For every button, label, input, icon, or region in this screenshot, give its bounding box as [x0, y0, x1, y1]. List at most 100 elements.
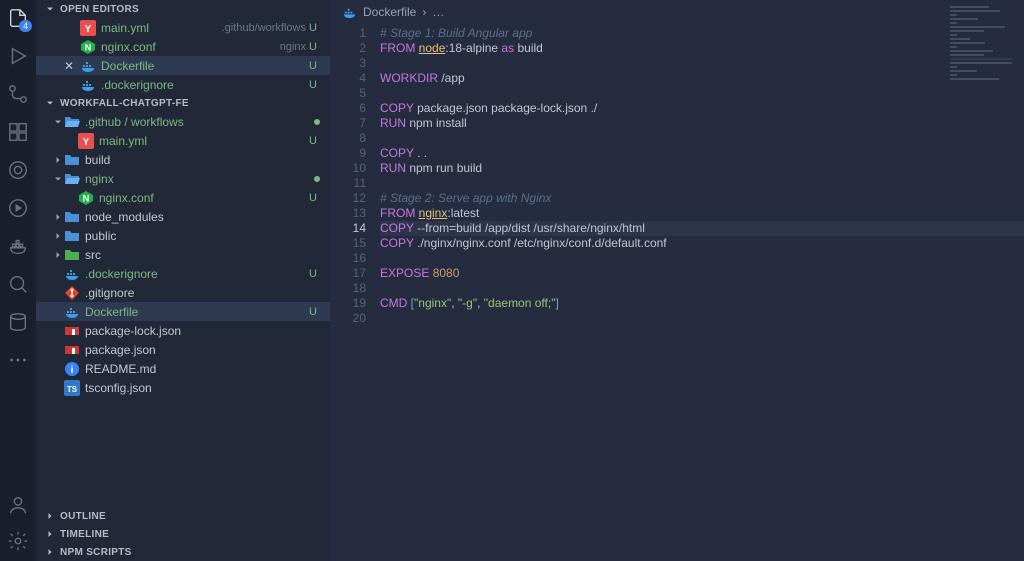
- file-label: src: [85, 248, 320, 262]
- file-label: .gitignore: [85, 286, 320, 300]
- git-status: U: [306, 268, 320, 280]
- file-icon: [80, 77, 96, 93]
- file-icon: [64, 304, 80, 320]
- sidebar: OPEN EDITORS Ymain.yml.github/workflowsU…: [36, 0, 330, 561]
- file-icon: [64, 152, 80, 168]
- tree-item[interactable]: node_modules: [36, 207, 330, 226]
- git-status: U: [306, 22, 320, 34]
- twisty-icon[interactable]: [52, 268, 64, 280]
- twisty-icon[interactable]: [52, 344, 64, 356]
- tree-item[interactable]: .github / workflows: [36, 112, 330, 131]
- open-editor-item[interactable]: Nnginx.confnginxU: [36, 37, 330, 56]
- tree-item[interactable]: nginx: [36, 169, 330, 188]
- tree-item[interactable]: .dockerignoreU: [36, 264, 330, 283]
- file-label: README.md: [85, 362, 320, 376]
- file-icon: N: [80, 39, 96, 55]
- file-icon: [64, 247, 80, 263]
- file-icon: Y: [78, 133, 94, 149]
- file-icon: [64, 285, 80, 301]
- tree-item[interactable]: i README.md: [36, 359, 330, 378]
- code-lines[interactable]: # Stage 1: Build Angular app FROM node:1…: [380, 26, 1024, 561]
- file-label: nginx.conf: [99, 191, 306, 205]
- editor: Dockerfile › … 1234567891011121314151617…: [330, 0, 1024, 561]
- settings-icon[interactable]: [6, 529, 30, 553]
- tree-item[interactable]: TStsconfig.json: [36, 378, 330, 397]
- twisty-icon[interactable]: [52, 287, 64, 299]
- code-area[interactable]: 1234567891011121314151617181920 # Stage …: [330, 24, 1024, 561]
- git-status: U: [306, 60, 320, 72]
- svg-text:i: i: [71, 365, 74, 376]
- account-icon[interactable]: [6, 493, 30, 517]
- docker-icon[interactable]: [6, 234, 30, 258]
- file-label: Dockerfile: [85, 305, 306, 319]
- open-editors-header[interactable]: OPEN EDITORS: [36, 0, 330, 18]
- tree-item[interactable]: build: [36, 150, 330, 169]
- file-icon: Y: [80, 20, 96, 36]
- debug-icon[interactable]: [6, 196, 30, 220]
- svg-text:Y: Y: [83, 137, 90, 148]
- tree-item[interactable]: DockerfileU: [36, 302, 330, 321]
- db-icon[interactable]: [6, 310, 30, 334]
- section-label: WORKFALL-CHATGPT-FE: [60, 98, 189, 109]
- svg-text:N: N: [85, 42, 92, 52]
- activity-bar: 4: [0, 0, 36, 561]
- tree-item[interactable]: src: [36, 245, 330, 264]
- tree-item[interactable]: .gitignore: [36, 283, 330, 302]
- file-tree: .github / workflows Ymain.ymlUbuildnginxN…: [36, 112, 330, 507]
- tree-item[interactable]: Nnginx.confU: [36, 188, 330, 207]
- close-icon[interactable]: ✕: [64, 59, 78, 73]
- file-label: .github / workflows: [85, 115, 314, 129]
- file-icon: [64, 114, 80, 130]
- twisty-icon[interactable]: [52, 363, 64, 375]
- project-header[interactable]: WORKFALL-CHATGPT-FE: [36, 94, 330, 112]
- git-status: U: [306, 306, 320, 318]
- timeline-header[interactable]: TIMELINE: [36, 525, 330, 543]
- git-status: U: [306, 41, 320, 53]
- twisty-icon[interactable]: [52, 325, 64, 337]
- breadcrumb-sep: ›: [422, 5, 426, 19]
- npm-header[interactable]: NPM SCRIPTS: [36, 543, 330, 561]
- file-label: public: [85, 229, 320, 243]
- search-icon[interactable]: [6, 272, 30, 296]
- twisty-icon[interactable]: [52, 154, 64, 166]
- open-editor-item[interactable]: Ymain.yml.github/workflowsU: [36, 18, 330, 37]
- tree-item[interactable]: package-lock.json: [36, 321, 330, 340]
- breadcrumb[interactable]: Dockerfile › …: [330, 0, 1024, 24]
- run-icon[interactable]: [6, 44, 30, 68]
- git-status: U: [306, 79, 320, 91]
- twisty-icon[interactable]: [66, 135, 78, 147]
- target-icon[interactable]: [6, 158, 30, 182]
- scm-icon[interactable]: [6, 82, 30, 106]
- file-label: main.yml: [101, 21, 217, 35]
- open-editor-item[interactable]: ✕DockerfileU: [36, 56, 330, 75]
- outline-header[interactable]: OUTLINE: [36, 507, 330, 525]
- section-label: NPM SCRIPTS: [60, 547, 132, 558]
- file-icon: [64, 209, 80, 225]
- file-icon: [64, 266, 80, 282]
- twisty-icon[interactable]: [52, 116, 64, 128]
- explorer-icon[interactable]: 4: [6, 6, 30, 30]
- svg-text:TS: TS: [67, 385, 78, 394]
- file-icon: i: [64, 361, 80, 377]
- twisty-icon[interactable]: [52, 306, 64, 318]
- open-editor-item[interactable]: .dockerignoreU: [36, 75, 330, 94]
- twisty-icon[interactable]: [66, 192, 78, 204]
- tree-item[interactable]: package.json: [36, 340, 330, 359]
- minimap[interactable]: [950, 4, 1020, 124]
- line-gutter: 1234567891011121314151617181920: [330, 26, 380, 561]
- badge: 4: [19, 20, 32, 32]
- twisty-icon[interactable]: [52, 382, 64, 394]
- twisty-icon[interactable]: [52, 211, 64, 223]
- section-label: TIMELINE: [60, 529, 109, 540]
- twisty-icon[interactable]: [52, 173, 64, 185]
- twisty-icon[interactable]: [52, 249, 64, 261]
- file-icon: [64, 171, 80, 187]
- file-label: nginx.conf: [101, 40, 275, 54]
- file-label: .dockerignore: [101, 78, 306, 92]
- twisty-icon[interactable]: [52, 230, 64, 242]
- tree-item[interactable]: Ymain.ymlU: [36, 131, 330, 150]
- more-icon[interactable]: [6, 348, 30, 372]
- breadcrumb-file: Dockerfile: [363, 5, 416, 19]
- extensions-icon[interactable]: [6, 120, 30, 144]
- tree-item[interactable]: public: [36, 226, 330, 245]
